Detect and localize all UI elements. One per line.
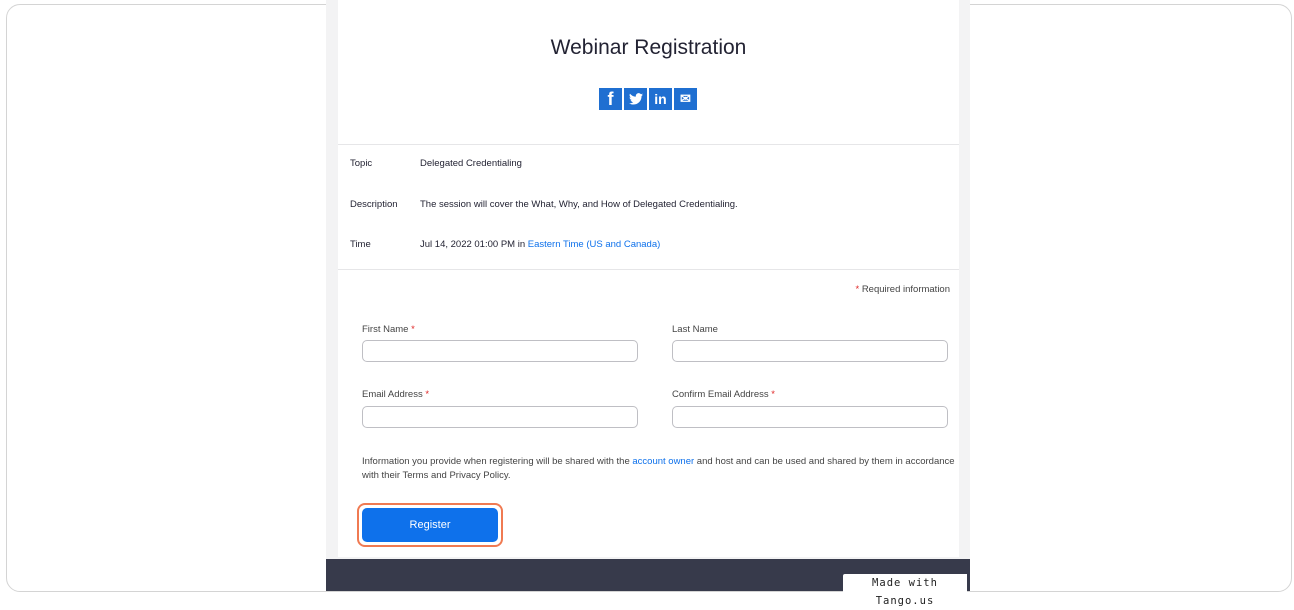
disclaimer-text-before: Information you provide when registering… xyxy=(362,456,633,467)
account-owner-link[interactable]: account owner xyxy=(632,456,694,467)
last-name-label: Last Name xyxy=(672,324,718,335)
tango-watermark: Made with Tango.us xyxy=(843,574,967,607)
required-note-text: Required information xyxy=(861,284,950,295)
first-name-required-star: * xyxy=(411,324,415,335)
first-name-label-text: First Name xyxy=(362,324,409,335)
twitter-icon[interactable] xyxy=(624,88,647,110)
first-name-label: First Name * xyxy=(362,324,415,335)
confirm-email-label-text: Confirm Email Address xyxy=(672,389,769,400)
email-glyph: ✉ xyxy=(680,91,691,106)
email-label: Email Address * xyxy=(362,389,429,400)
register-button[interactable]: Register xyxy=(362,508,498,542)
last-name-label-text: Last Name xyxy=(672,324,718,335)
header-divider xyxy=(338,144,959,145)
facebook-icon[interactable]: f xyxy=(599,88,622,110)
details-divider xyxy=(338,269,959,270)
confirm-email-required-star: * xyxy=(771,389,775,400)
confirm-email-label: Confirm Email Address * xyxy=(672,389,775,400)
email-label-text: Email Address xyxy=(362,389,423,400)
last-name-field[interactable] xyxy=(672,340,948,362)
social-share-bar: f in ✉ xyxy=(599,88,697,110)
required-star: * xyxy=(855,284,860,295)
description-label: Description xyxy=(350,199,398,210)
privacy-disclaimer: Information you provide when registering… xyxy=(362,455,956,483)
page-title: Webinar Registration xyxy=(550,36,747,59)
linkedin-glyph: in xyxy=(654,91,667,107)
time-value: Jul 14, 2022 01:00 PM in Eastern Time (U… xyxy=(420,239,660,250)
time-zone-link[interactable]: Eastern Time (US and Canada) xyxy=(528,239,661,250)
time-text: Jul 14, 2022 01:00 PM in xyxy=(420,239,528,250)
email-required-star: * xyxy=(425,389,430,400)
email-field[interactable] xyxy=(362,406,638,428)
first-name-field[interactable] xyxy=(362,340,638,362)
email-icon[interactable]: ✉ xyxy=(674,88,697,110)
confirm-email-field[interactable] xyxy=(672,406,948,428)
description-value: The session will cover the What, Why, an… xyxy=(420,199,738,210)
required-note: * Required information xyxy=(780,284,950,295)
time-label: Time xyxy=(350,239,371,250)
linkedin-icon[interactable]: in xyxy=(649,88,672,110)
topic-label: Topic xyxy=(350,158,373,169)
topic-value: Delegated Credentialing xyxy=(420,158,522,169)
twitter-bird-svg xyxy=(628,93,643,105)
facebook-glyph: f xyxy=(607,88,614,109)
